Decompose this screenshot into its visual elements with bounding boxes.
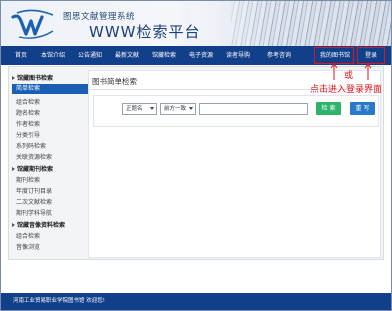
- sidebar-group-av[interactable]: 馆藏音像资料检索: [12, 220, 65, 229]
- sidebar-group-journals[interactable]: 馆藏期刊检索: [12, 164, 53, 173]
- footer-text: 河南工业贸易职业学院图书馆 欢迎您!: [13, 298, 105, 304]
- page-title: 图书简单检索: [92, 77, 137, 86]
- sidebar-item-title-search[interactable]: 题名检索: [16, 108, 40, 117]
- field-select[interactable]: 正题名: [122, 103, 157, 115]
- sidebar-item-related-search[interactable]: 关联资源检索: [16, 152, 52, 161]
- footer: 河南工业贸易职业学院图书馆 欢迎您!: [1, 293, 391, 310]
- sidebar-item-simple-search[interactable]: 简单检索: [12, 84, 91, 94]
- annotation-or: 或: [344, 71, 354, 81]
- nav-home[interactable]: 首页: [9, 46, 33, 65]
- header-banner: 图思文献管理系统 WWW检索平台: [1, 1, 391, 46]
- nav-reference[interactable]: 参考咨询: [265, 46, 293, 65]
- sidebar-item-series-search[interactable]: 系列码检索: [16, 141, 46, 150]
- sidebar-item-classification[interactable]: 分类引导: [16, 130, 40, 139]
- nav-collection-search[interactable]: 馆藏检索: [150, 46, 178, 65]
- triangle-icon: [12, 223, 15, 227]
- sidebar-item-combined-search[interactable]: 组合检索: [16, 97, 40, 106]
- nav-about[interactable]: 本馆介绍: [39, 46, 67, 65]
- sidebar-item-secondary-docs[interactable]: 二次文献检索: [16, 197, 52, 206]
- nav-reader-guide[interactable]: 读者导购: [224, 46, 252, 65]
- header-title: WWW检索平台: [89, 23, 201, 41]
- chevron-down-icon: [150, 107, 154, 110]
- triangle-icon: [12, 76, 15, 80]
- sidebar-item-annual-catalog[interactable]: 年度订刊目录: [16, 186, 52, 195]
- triangle-icon: [12, 167, 15, 171]
- match-select[interactable]: 前方一致: [160, 103, 196, 115]
- reset-button[interactable]: 重 写: [350, 102, 375, 115]
- sidebar-item-journal-subjects[interactable]: 期刊学科导航: [16, 208, 52, 217]
- search-input[interactable]: [199, 103, 308, 115]
- sidebar-item-av-combined[interactable]: 组合检索: [16, 231, 40, 240]
- sidebar-item-journal-search[interactable]: 期刊检索: [16, 175, 40, 184]
- sidebar-group-books[interactable]: 馆藏图书检索: [12, 73, 53, 82]
- sidebar-item-av-browse[interactable]: 音像浏览: [16, 242, 40, 251]
- annotation-hint: 点击进入登录界面: [310, 85, 383, 95]
- chevron-down-icon: [189, 107, 193, 110]
- search-button[interactable]: 检 索: [316, 102, 341, 115]
- sidebar-item-author-search[interactable]: 作者检索: [16, 119, 40, 128]
- nav-new-docs[interactable]: 最新文献: [113, 46, 141, 65]
- nav-notices[interactable]: 公告通知: [76, 46, 104, 65]
- logo-icon: [11, 9, 54, 39]
- nav-e-resources[interactable]: 电子资源: [187, 46, 215, 65]
